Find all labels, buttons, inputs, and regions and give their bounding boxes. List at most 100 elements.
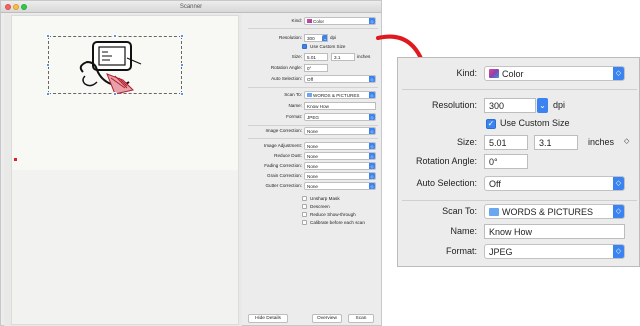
divider	[402, 200, 637, 201]
dpi-unit: dpi	[330, 35, 337, 40]
minimize-button[interactable]	[13, 4, 19, 10]
selection-handle[interactable]	[113, 92, 117, 96]
auto-selection-label: Auto Selection:	[271, 76, 302, 81]
use-custom-size-checkbox[interactable]	[302, 44, 307, 49]
zoom-button[interactable]	[21, 4, 27, 10]
divider	[248, 28, 378, 29]
name-field[interactable]: Know How	[304, 102, 376, 110]
fading-correction-popup[interactable]: None ◇	[304, 162, 376, 170]
kind-label: Kind:	[456, 68, 477, 78]
custom-size-row: ✓ Use Custom Size	[398, 116, 640, 132]
chevron-down-icon[interactable]: ⌄	[322, 35, 327, 41]
use-custom-size-checkbox[interactable]: ✓	[486, 119, 496, 129]
scanner-window: Scanner Kind: Color ◇ Resolution: 300 ⌄ …	[0, 0, 382, 326]
close-button[interactable]	[5, 4, 11, 10]
grain-correction-label: Grain Correction:	[267, 173, 302, 178]
selection-handle[interactable]	[180, 63, 184, 67]
scan-to-row: Scan To: WORDS & PICTURES ◇	[398, 204, 640, 220]
name-label: Name:	[288, 103, 302, 108]
auto-selection-row: Auto Selection: Off ◇	[398, 176, 640, 192]
gutter-correction-popup[interactable]: None ◇	[304, 182, 376, 190]
popup-arrows-icon: ◇	[369, 153, 375, 159]
popup-arrows-icon: ◇	[613, 177, 624, 190]
gutter-correction-label: Gutter Correction:	[265, 183, 302, 188]
resolution-row: Resolution: 300 ⌄ dpi	[398, 98, 640, 114]
auto-selection-row: Auto Selection: Off ◇	[244, 75, 382, 84]
hide-details-button[interactable]: Hide Details	[248, 314, 288, 323]
chevron-down-icon[interactable]: ⌄	[537, 98, 548, 113]
scan-to-popup[interactable]: WORDS & PICTURES ◇	[484, 204, 625, 219]
popup-arrows-icon: ◇	[369, 114, 375, 120]
size-label: Size:	[456, 137, 477, 147]
auto-selection-label: Auto Selection:	[416, 178, 477, 188]
name-field[interactable]: Know How	[484, 224, 625, 239]
size-units-popup[interactable]: inches	[357, 54, 370, 59]
selection-handle[interactable]	[46, 34, 50, 38]
overview-button[interactable]: Overview	[312, 314, 342, 323]
scan-button[interactable]: Scan	[348, 314, 374, 323]
selection-handle[interactable]	[180, 34, 184, 38]
width-field[interactable]: 5.01	[304, 53, 328, 61]
scan-preview-area[interactable]	[4, 14, 242, 326]
calibrate-checkbox[interactable]	[302, 220, 307, 225]
auto-selection-popup[interactable]: Off ◇	[484, 176, 625, 191]
descreen-label: Descreen	[310, 204, 330, 209]
dpi-unit: dpi	[553, 100, 566, 110]
fading-correction-label: Fading Correction:	[264, 163, 302, 168]
selection-handle[interactable]	[46, 63, 50, 67]
selection-handle[interactable]	[113, 34, 117, 38]
divider	[402, 89, 637, 90]
unsharp-mask-checkbox[interactable]	[302, 196, 307, 201]
fading-correction-row: Fading Correction: None ◇	[244, 162, 382, 171]
resolution-combo[interactable]: 300	[484, 98, 536, 113]
size-label: Size:	[291, 54, 302, 59]
popup-arrows-icon: ◇	[613, 205, 624, 218]
height-field[interactable]: 3.1	[534, 135, 578, 150]
popup-arrows-icon: ◇	[369, 163, 375, 169]
folder-icon	[307, 93, 312, 97]
kind-popup[interactable]: Color ◇	[304, 17, 376, 25]
format-popup[interactable]: JPEG ◇	[304, 113, 376, 121]
rotation-label: Rotation Angle:	[270, 65, 302, 70]
color-swatch-icon	[489, 69, 499, 78]
image-adjustment-popup[interactable]: None ◇	[304, 142, 376, 150]
use-custom-size-label: Use Custom Size	[500, 118, 570, 128]
width-field[interactable]: 5.01	[484, 135, 528, 150]
auto-selection-popup[interactable]: Off ◇	[304, 75, 376, 83]
calibrate-label: Calibrate before each scan	[310, 220, 365, 225]
rotation-field[interactable]: 0°	[304, 64, 328, 72]
descreen-checkbox[interactable]	[302, 204, 307, 209]
scan-selection-rectangle[interactable]	[48, 36, 182, 94]
selection-handle[interactable]	[180, 92, 184, 96]
kind-row: Kind: Color ◇	[244, 17, 382, 26]
scan-to-label: Scan To:	[442, 206, 477, 216]
image-correction-row: Image Correction: None ◇	[244, 127, 382, 136]
name-row: Name: Know How	[244, 102, 382, 111]
selection-handle[interactable]	[46, 92, 50, 96]
height-field[interactable]: 3.1	[331, 53, 355, 61]
kind-popup[interactable]: Color ◇	[484, 66, 625, 81]
unsharp-mask-label: Unsharp Mask	[310, 196, 340, 201]
red-mark	[14, 158, 17, 161]
zoomed-settings-panel: Kind: Color ◇ Resolution: 300 ⌄ dpi ✓ Us…	[397, 57, 640, 267]
name-row: Name: Know How	[398, 224, 640, 240]
reduce-dust-popup[interactable]: None ◇	[304, 152, 376, 160]
image-correction-popup[interactable]: None ◇	[304, 127, 376, 135]
kind-row: Kind: Color ◇	[398, 66, 640, 82]
format-row: Format: JPEG ◇	[244, 113, 382, 122]
popup-arrows-icon: ◇	[613, 245, 624, 258]
name-label: Name:	[450, 226, 477, 236]
custom-size-row: Use Custom Size	[244, 43, 382, 52]
format-popup[interactable]: JPEG ◇	[484, 244, 625, 259]
grain-correction-popup[interactable]: None ◇	[304, 172, 376, 180]
reduce-show-through-checkbox[interactable]	[302, 212, 307, 217]
resolution-label: Resolution:	[431, 100, 477, 110]
divider	[248, 125, 378, 126]
resolution-combo[interactable]: 300 ⌄	[304, 34, 328, 42]
popup-arrows-icon: ◇	[613, 67, 624, 80]
format-row: Format: JPEG ◇	[398, 244, 640, 260]
size-units-popup[interactable]: inches	[588, 137, 614, 147]
size-row: Size: 5.01 3.1 inches	[244, 53, 382, 62]
rotation-field[interactable]: 0°	[484, 154, 528, 169]
scan-to-popup[interactable]: WORDS & PICTURES ◇	[304, 91, 376, 99]
